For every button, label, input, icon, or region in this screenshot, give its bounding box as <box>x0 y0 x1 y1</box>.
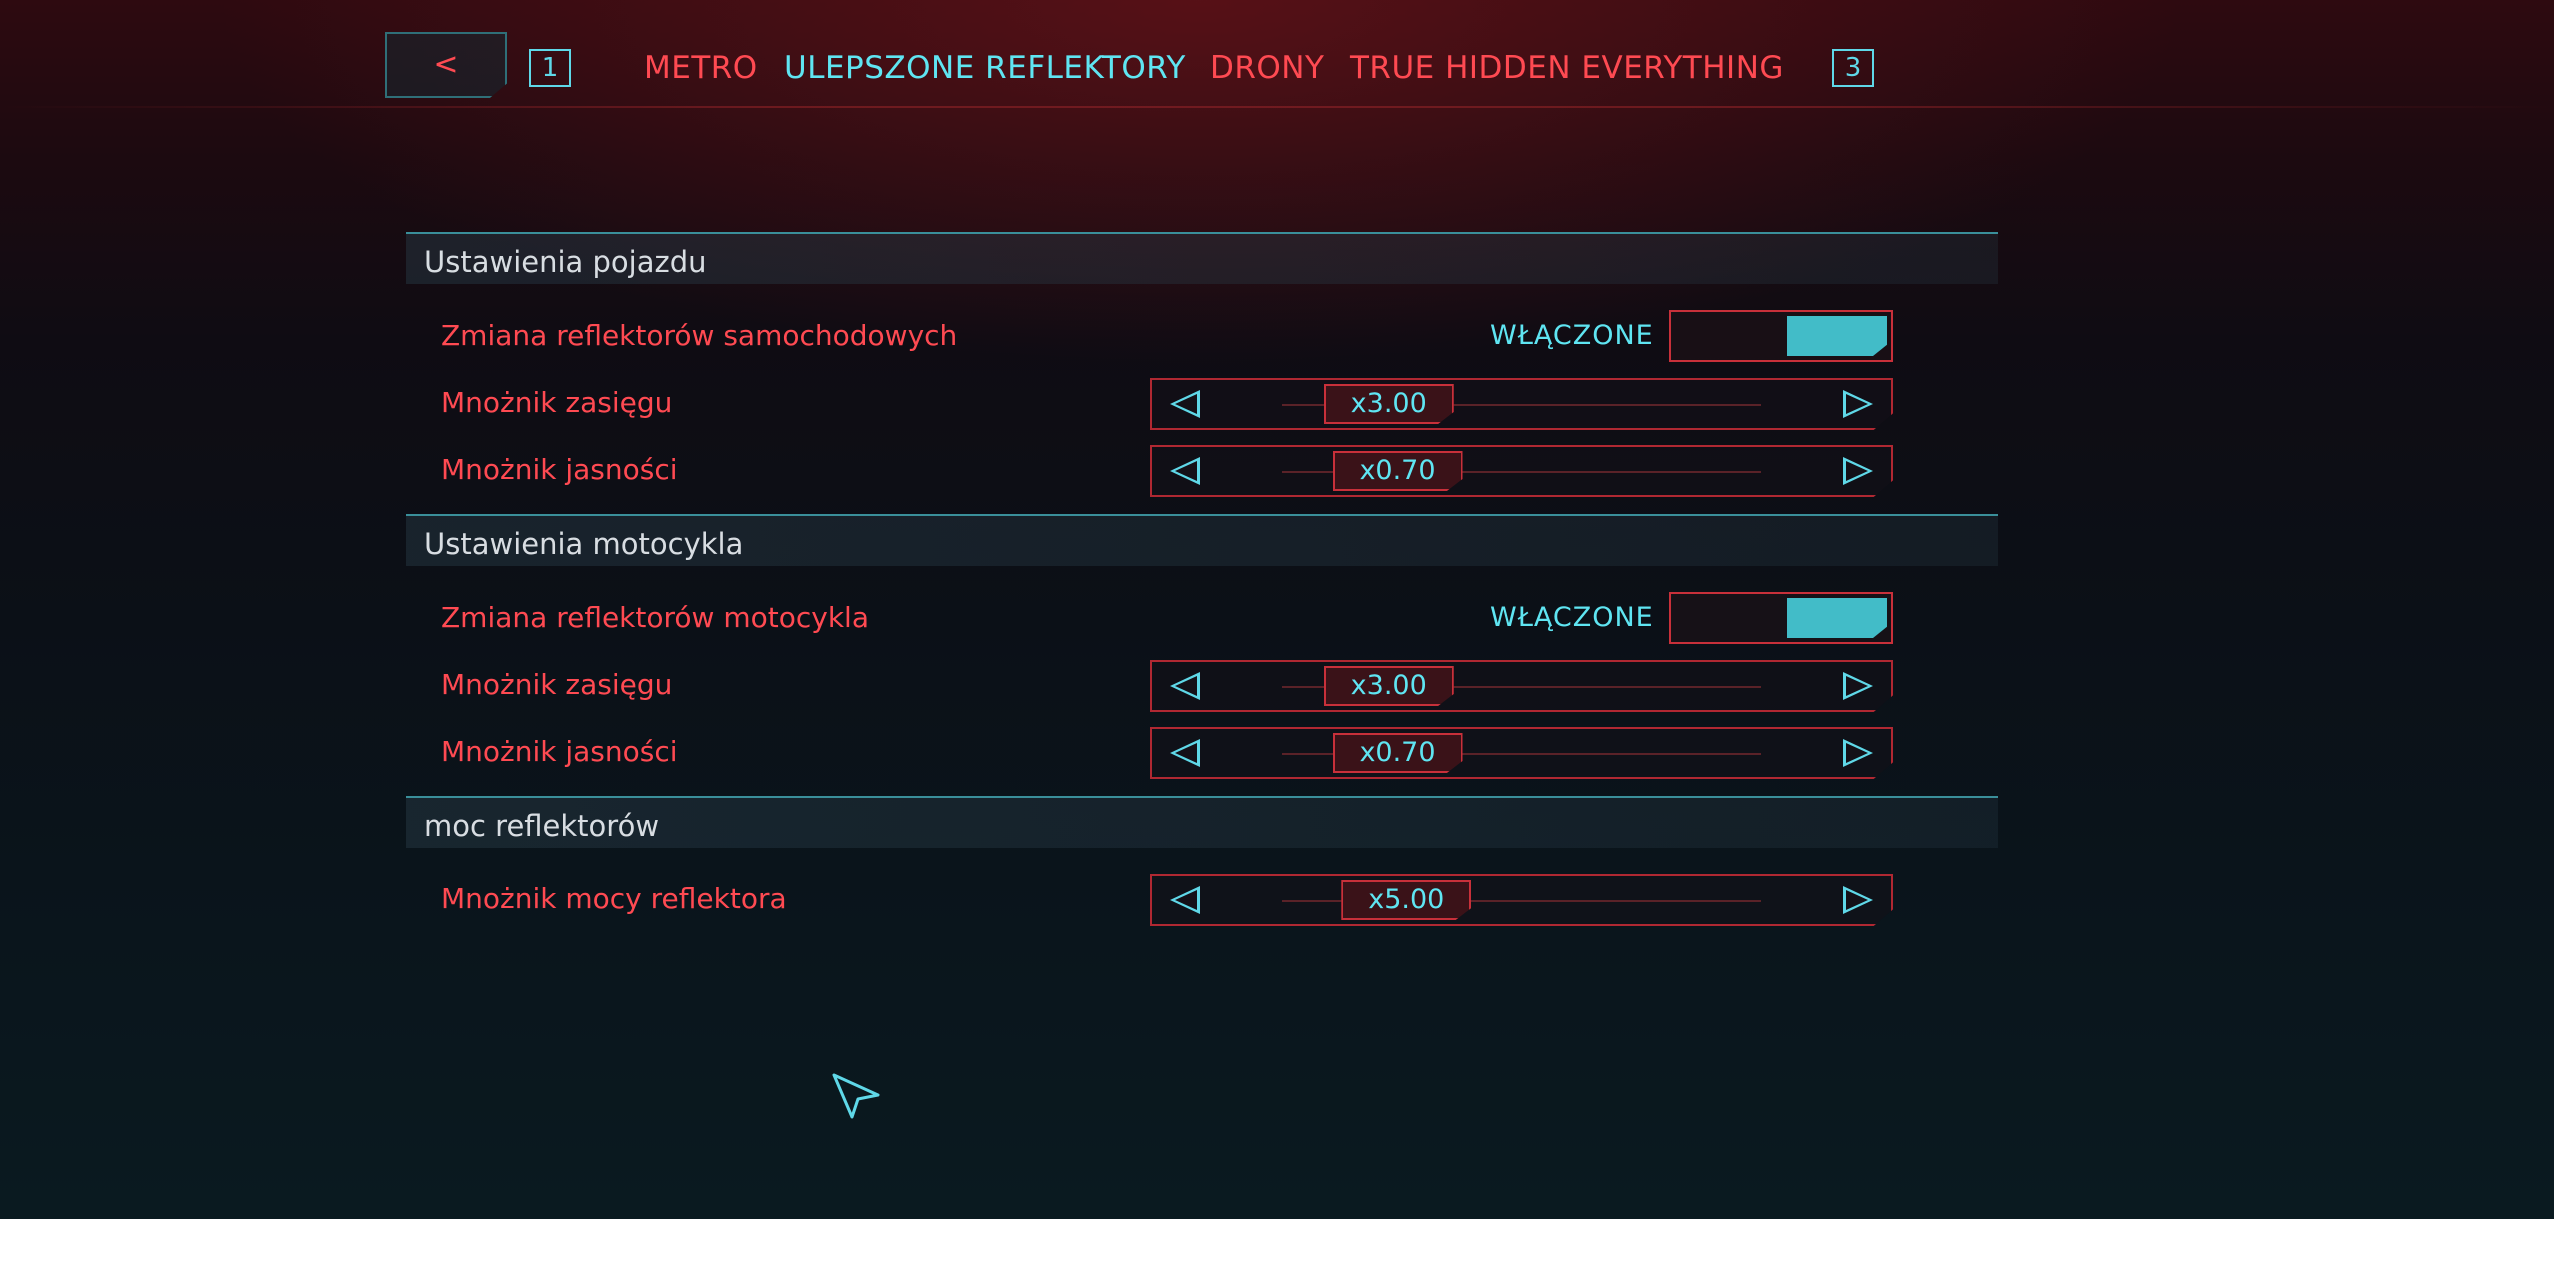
slider-value[interactable]: x3.00 <box>1323 384 1454 424</box>
headlight-power-multiplier-label: Mnożnik mocy reflektora <box>441 882 787 915</box>
decrease-arrow-icon[interactable] <box>1170 739 1200 767</box>
prev-tab-key-hint[interactable]: 1 <box>529 49 571 87</box>
increase-arrow-icon[interactable] <box>1843 739 1873 767</box>
toggle-knob <box>1787 316 1887 356</box>
car-headlights-toggle[interactable] <box>1669 310 1893 362</box>
motorcycle-range-multiplier-slider[interactable]: x3.00 <box>1150 660 1893 712</box>
slider-value[interactable]: x5.00 <box>1341 880 1472 920</box>
toggle-knob <box>1787 598 1887 638</box>
back-button[interactable]: < <box>385 32 507 98</box>
increase-arrow-icon[interactable] <box>1843 886 1873 914</box>
car-headlights-toggle-state: WŁĄCZONE <box>1490 320 1654 351</box>
car-brightness-multiplier-slider[interactable]: x0.70 <box>1150 445 1893 497</box>
decrease-arrow-icon[interactable] <box>1170 390 1200 418</box>
decrease-arrow-icon[interactable] <box>1170 457 1200 485</box>
motorcycle-brightness-multiplier-label: Mnożnik jasności <box>441 735 678 768</box>
tab-true-hidden-everything[interactable]: TRUE HIDDEN EVERYTHING <box>1350 48 1784 88</box>
increase-arrow-icon[interactable] <box>1843 672 1873 700</box>
car-range-multiplier-label: Mnożnik zasięgu <box>441 386 673 419</box>
increase-arrow-icon[interactable] <box>1843 390 1873 418</box>
tab-drony[interactable]: DRONY <box>1210 48 1324 88</box>
motorcycle-headlights-toggle[interactable] <box>1669 592 1893 644</box>
decrease-arrow-icon[interactable] <box>1170 672 1200 700</box>
tab-metro[interactable]: METRO <box>644 48 758 88</box>
section-title-vehicle: Ustawienia pojazdu <box>424 245 707 279</box>
cursor-arrow-icon <box>832 1073 880 1119</box>
car-brightness-multiplier-label: Mnożnik jasności <box>441 453 678 486</box>
increase-arrow-icon[interactable] <box>1843 457 1873 485</box>
decrease-arrow-icon[interactable] <box>1170 886 1200 914</box>
game-settings-screen: < 1 METRO ULEPSZONE REFLEKTORY DRONY TRU… <box>0 0 2554 1219</box>
motorcycle-headlights-toggle-label: Zmiana reflektorów motocykla <box>441 601 869 634</box>
next-tab-key-hint[interactable]: 3 <box>1832 49 1874 87</box>
slider-value[interactable]: x0.70 <box>1332 733 1463 773</box>
topbar-divider <box>0 106 2554 108</box>
slider-value[interactable]: x0.70 <box>1332 451 1463 491</box>
motorcycle-headlights-toggle-state: WŁĄCZONE <box>1490 602 1654 633</box>
motorcycle-range-multiplier-label: Mnożnik zasięgu <box>441 668 673 701</box>
tab-ulepszone-reflektory[interactable]: ULEPSZONE REFLEKTORY <box>784 48 1186 88</box>
slider-value[interactable]: x3.00 <box>1323 666 1454 706</box>
section-title-motorcycle: Ustawienia motocykla <box>424 527 744 561</box>
car-range-multiplier-slider[interactable]: x3.00 <box>1150 378 1893 430</box>
motorcycle-brightness-multiplier-slider[interactable]: x0.70 <box>1150 727 1893 779</box>
car-headlights-toggle-label: Zmiana reflektorów samochodowych <box>441 319 958 352</box>
section-title-headlight-power: moc reflektorów <box>424 809 660 843</box>
headlight-power-multiplier-slider[interactable]: x5.00 <box>1150 874 1893 926</box>
